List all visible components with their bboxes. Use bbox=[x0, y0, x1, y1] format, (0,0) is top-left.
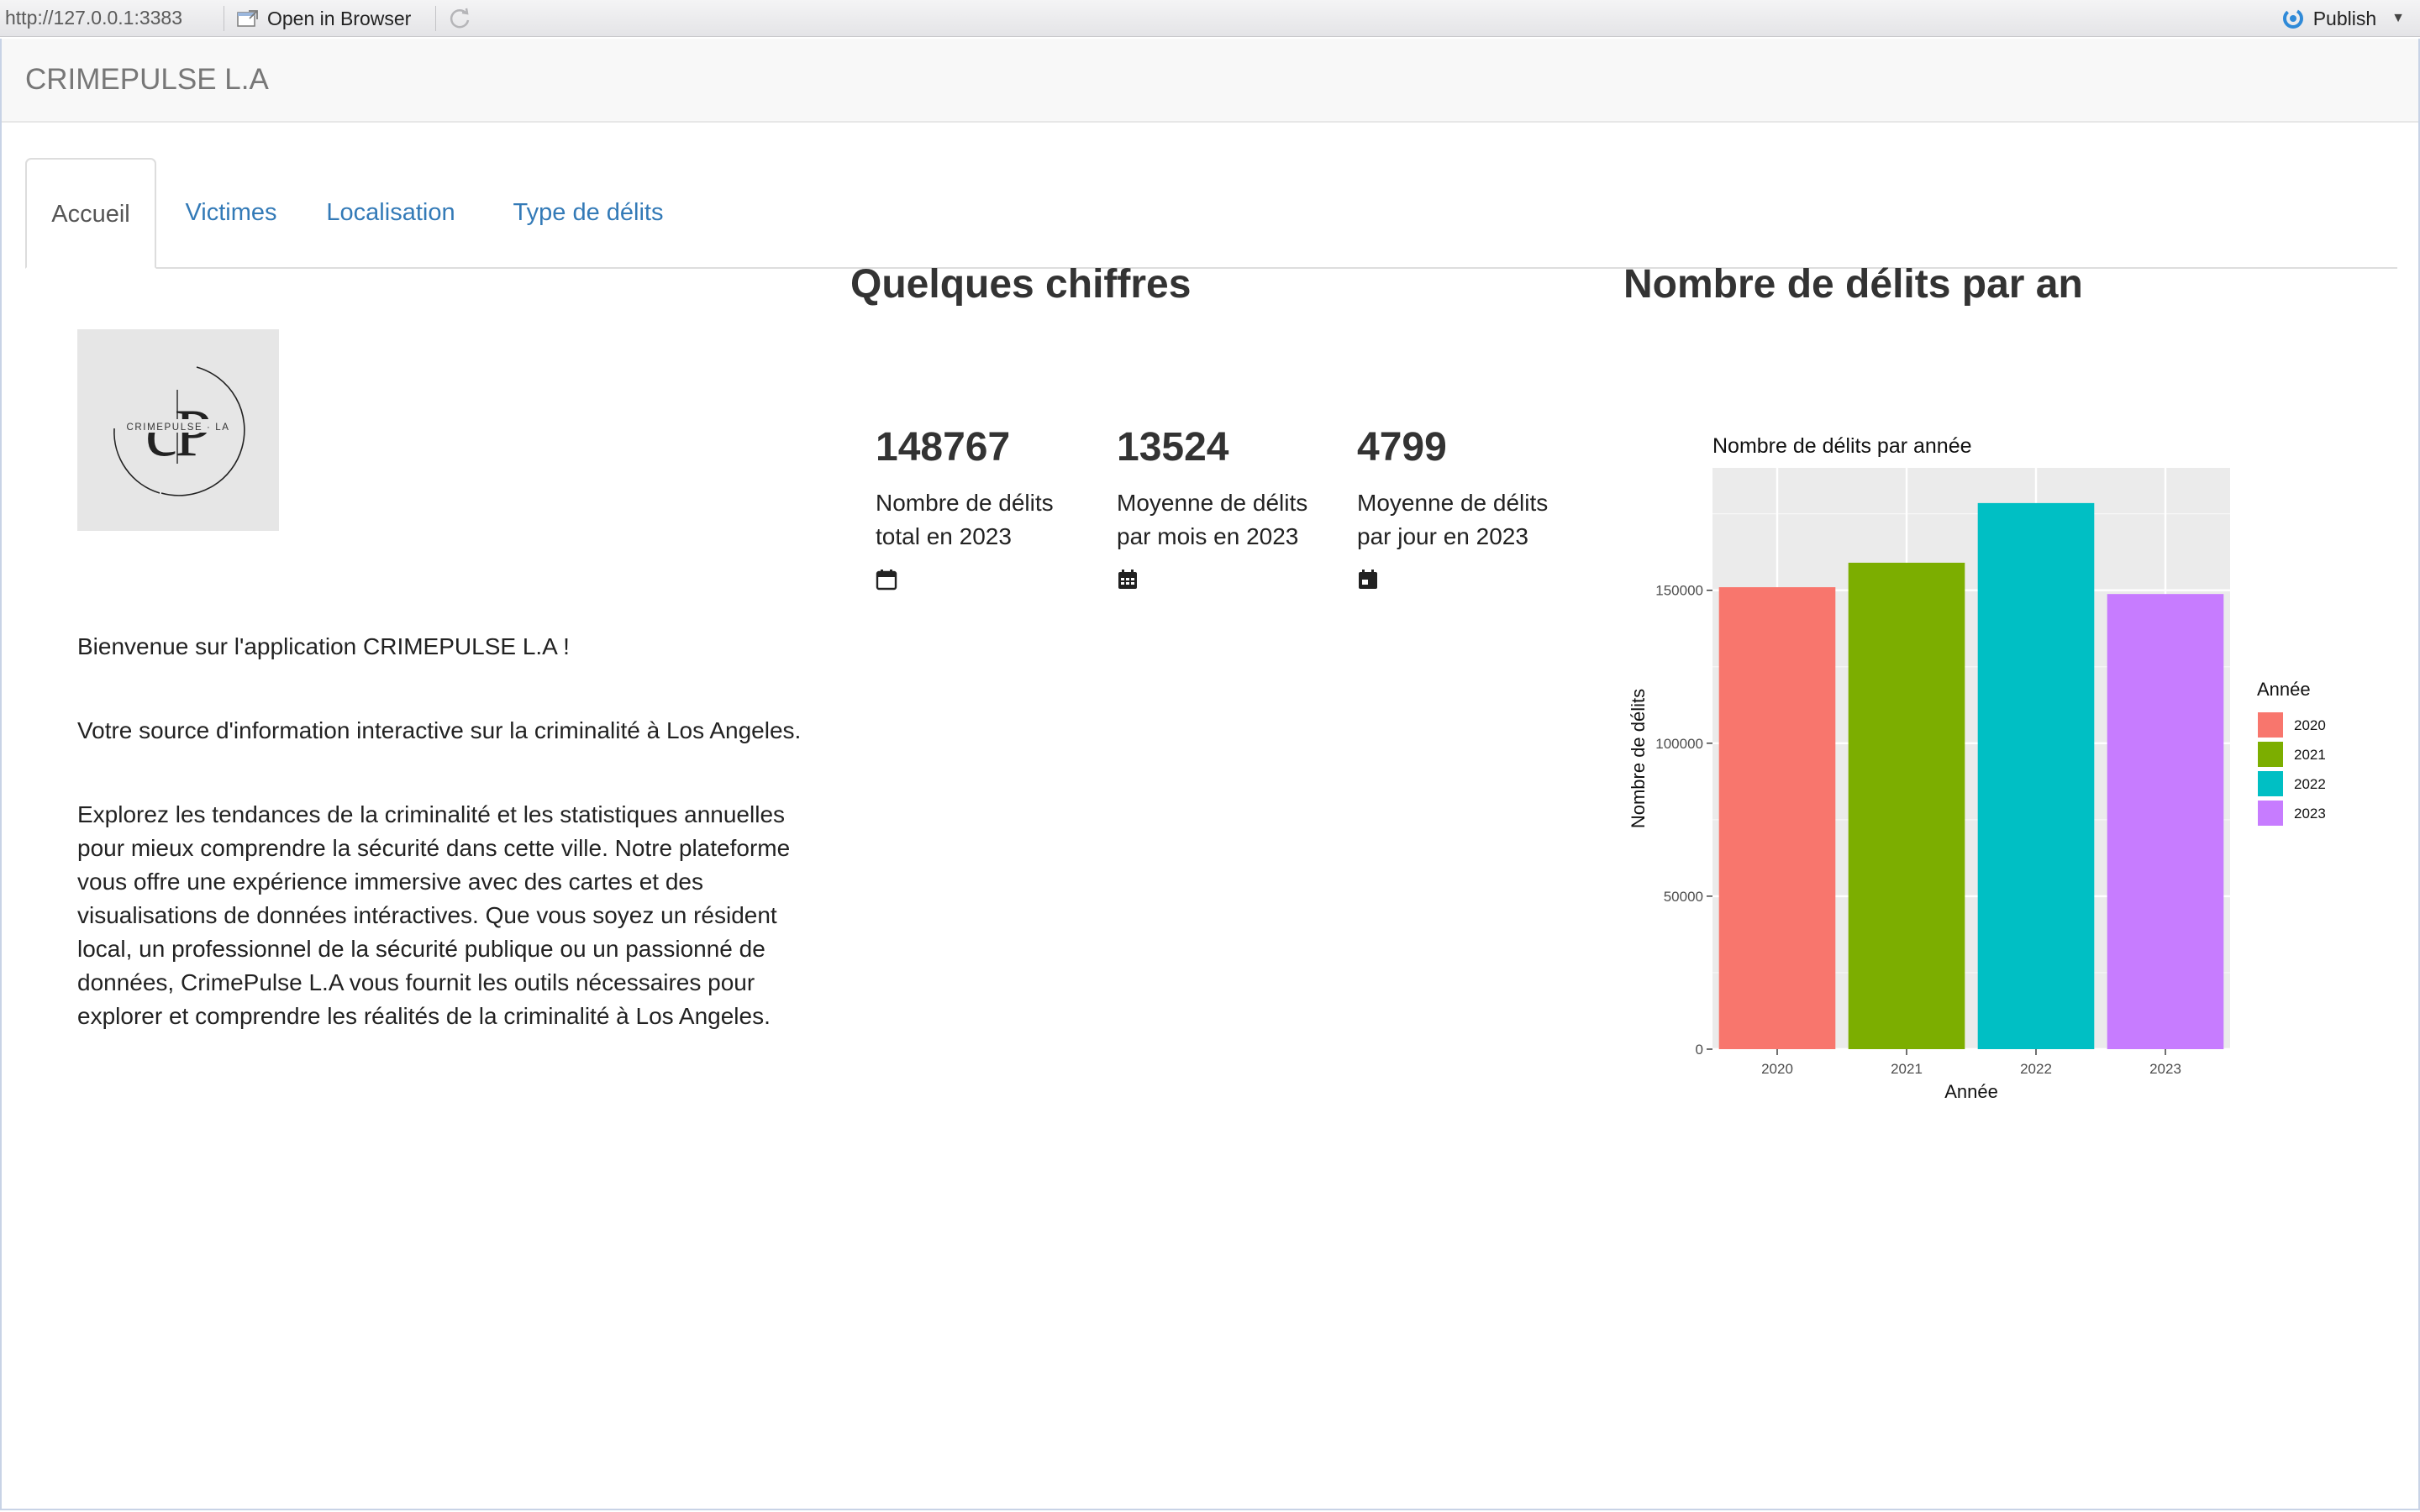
y-tick-label: 150000 bbox=[1655, 583, 1703, 599]
chart-heading: Nombre de délits par an bbox=[1623, 262, 2083, 307]
stats-heading: Quelques chiffres bbox=[850, 262, 1192, 307]
y-tick-label: 0 bbox=[1696, 1042, 1703, 1058]
description-paragraph: Explorez les tendances de la criminalité… bbox=[77, 801, 791, 1029]
toolbar-divider bbox=[435, 6, 436, 31]
stat-card-total: 148767 Nombre de délits total en 2023 bbox=[876, 421, 1102, 591]
publish-label: Publish bbox=[2312, 7, 2377, 29]
stat-value: 148767 bbox=[876, 425, 1011, 470]
legend-label: 2022 bbox=[2294, 776, 2326, 792]
calendar-icon bbox=[876, 570, 897, 591]
refresh-icon[interactable] bbox=[447, 6, 472, 31]
stat-value: 13524 bbox=[1117, 425, 1229, 470]
legend-label: 2023 bbox=[2294, 806, 2326, 822]
x-tick-label: 2021 bbox=[1891, 1061, 1923, 1077]
legend-title: Année bbox=[2257, 679, 2311, 700]
welcome-text: Bienvenue sur l'application CRIMEPULSE L… bbox=[77, 633, 570, 659]
viewer-toolbar: http://127.0.0.1:3383 Open in Browser Pu… bbox=[0, 0, 2420, 37]
stat-value: 4799 bbox=[1357, 425, 1447, 470]
stat-label: Moyenne de délits par mois en 2023 bbox=[1117, 490, 1308, 549]
x-tick-label: 2022 bbox=[2020, 1061, 2052, 1077]
tab-accueil[interactable]: Accueil bbox=[25, 158, 156, 269]
svg-text:CRIMEPULSE · LA: CRIMEPULSE · LA bbox=[126, 423, 229, 433]
stat-card-month: 13524 Moyenne de délits par mois en 2023 bbox=[1117, 421, 1344, 591]
tab-victimes[interactable]: Victimes bbox=[168, 158, 294, 267]
legend-swatch bbox=[2258, 712, 2283, 738]
navbar: CRIMEPULSE L.A bbox=[2, 39, 2418, 123]
publish-icon bbox=[2282, 8, 2303, 29]
brand-title[interactable]: CRIMEPULSE L.A bbox=[25, 63, 269, 97]
publish-button[interactable]: Publish ▼ bbox=[2280, 4, 2405, 33]
url-display: http://127.0.0.1:3383 bbox=[5, 7, 183, 29]
crimepulse-logo: c P CRIMEPULSE · LA bbox=[113, 366, 245, 496]
open-in-browser-button[interactable]: Open in Browser bbox=[237, 4, 411, 33]
legend-swatch bbox=[2258, 771, 2283, 796]
x-tick-label: 2023 bbox=[2149, 1061, 2181, 1077]
legend-swatch bbox=[2258, 742, 2283, 767]
chevron-down-icon[interactable]: ▼ bbox=[2391, 11, 2405, 26]
y-tick-label: 100000 bbox=[1655, 736, 1703, 752]
stat-label: Nombre de délits total en 2023 bbox=[876, 490, 1054, 549]
y-tick-label: 50000 bbox=[1664, 889, 1703, 905]
calendar-day-icon bbox=[1359, 570, 1377, 589]
legend-label: 2020 bbox=[2294, 717, 2326, 733]
bar-2022 bbox=[1977, 502, 2095, 1049]
open-window-icon bbox=[237, 10, 258, 27]
x-axis-label: Année bbox=[1944, 1081, 1998, 1102]
y-axis-label: Nombre de délits bbox=[1628, 689, 1649, 828]
tab-bar: Accueil Victimes Localisation Type de dé… bbox=[25, 158, 2397, 269]
tab-localisation[interactable]: Localisation bbox=[311, 158, 471, 267]
x-tick-label: 2020 bbox=[1761, 1061, 1793, 1077]
stat-card-day: 4799 Moyenne de délits par jour en 2023 bbox=[1357, 421, 1584, 591]
legend-label: 2021 bbox=[2294, 747, 2326, 763]
app-frame: CRIMEPULSE L.A Accueil Victimes Localisa… bbox=[0, 39, 2420, 1510]
bar-chart: Nombre de délits par année 0 50000 100000 15… bbox=[1628, 434, 2326, 1102]
intro-paragraph: Votre source d'information interactive s… bbox=[77, 717, 802, 743]
chart-title: Nombre de délits par année bbox=[1712, 434, 1972, 458]
bar-2020 bbox=[1718, 587, 1836, 1049]
legend-swatch bbox=[2258, 801, 2283, 826]
svg-text:P: P bbox=[175, 396, 213, 470]
bar-2023 bbox=[2107, 594, 2224, 1049]
app-logo: c P CRIMEPULSE · LA bbox=[77, 329, 279, 531]
open-in-browser-label: Open in Browser bbox=[267, 7, 412, 29]
stat-label: Moyenne de délits par jour en 2023 bbox=[1357, 490, 1549, 549]
tab-type-de-delits[interactable]: Type de délits bbox=[487, 158, 689, 267]
bar-2021 bbox=[1848, 562, 1965, 1049]
calendar-days-icon bbox=[1118, 570, 1137, 589]
